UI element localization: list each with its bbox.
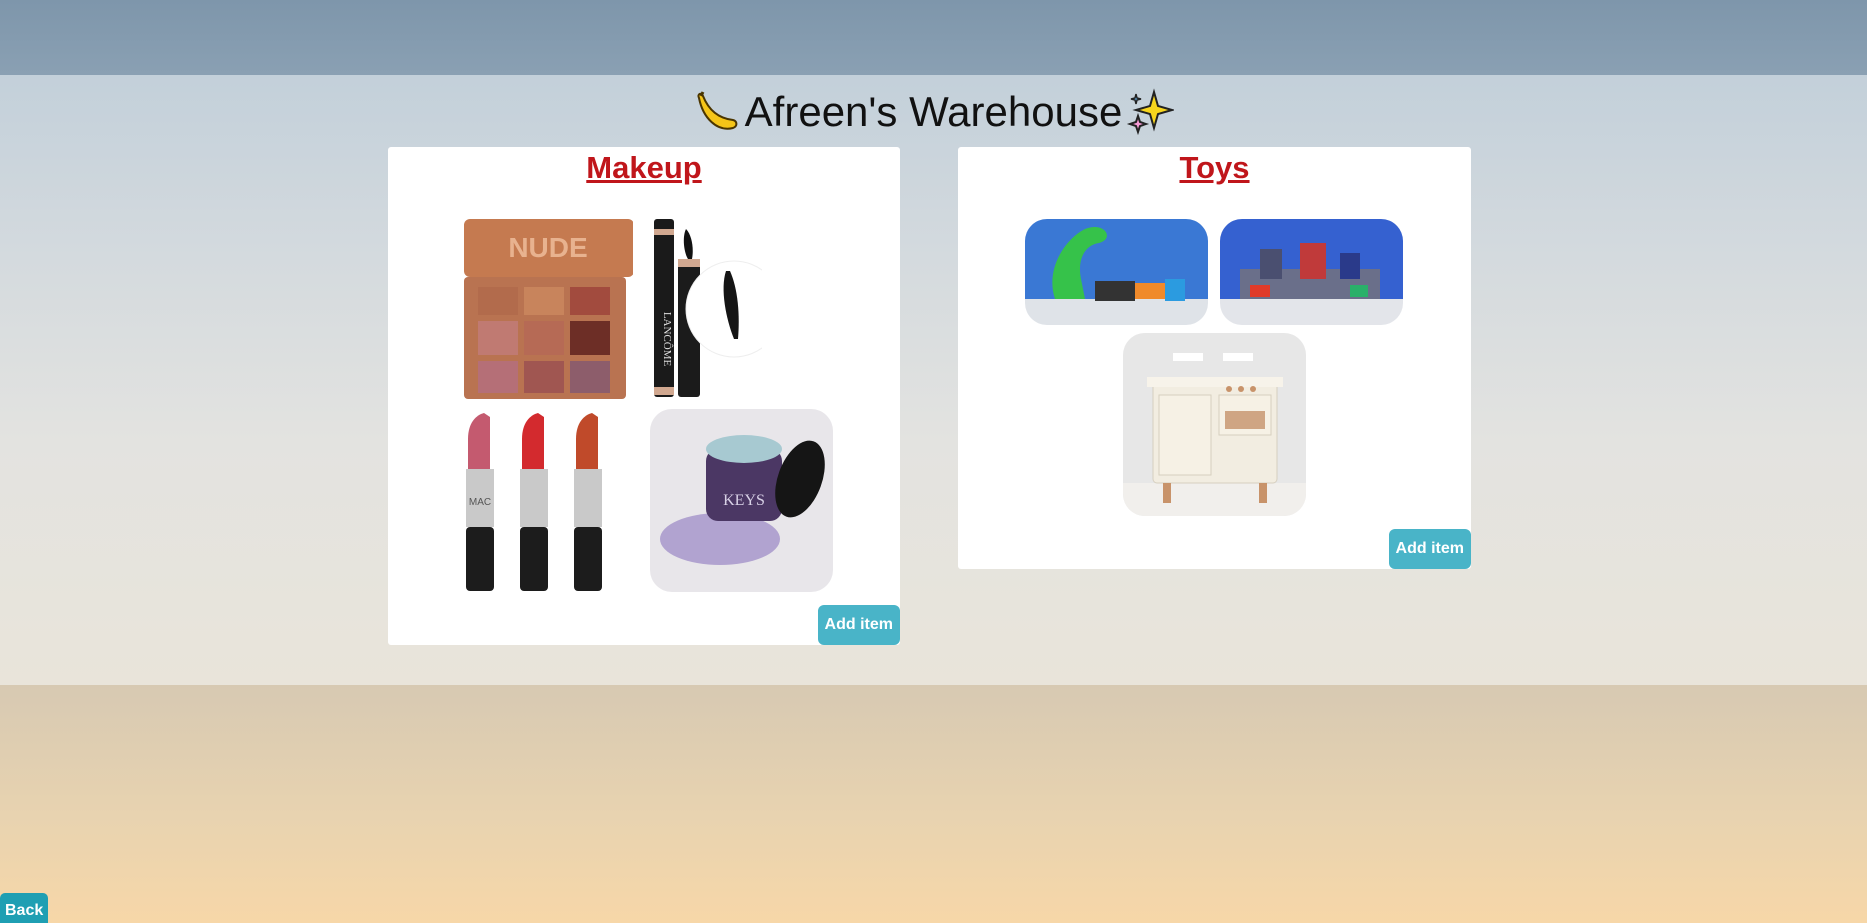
footer-band — [0, 685, 1867, 923]
category-card-makeup: Makeup NUDE LANCÔME MAC KEYS Add item — [388, 147, 900, 645]
item-castle-playset[interactable] — [1220, 219, 1403, 325]
category-title-toys[interactable]: Toys — [958, 147, 1471, 189]
add-item-button-makeup[interactable]: Add item — [817, 605, 900, 645]
category-title-makeup[interactable]: Makeup — [388, 147, 900, 189]
mascara-label: LANCÔME — [661, 312, 673, 367]
item-play-kitchen[interactable] — [1123, 333, 1306, 516]
palette-label: NUDE — [508, 232, 587, 263]
item-mascara[interactable]: LANCÔME — [650, 219, 762, 399]
item-eyeshadow-palette[interactable]: NUDE — [458, 219, 633, 399]
sparkles-icon — [1126, 88, 1176, 136]
jar-label: KEYS — [723, 492, 765, 509]
item-snake-track-toy[interactable] — [1025, 219, 1208, 325]
content-band — [0, 75, 1867, 685]
back-button[interactable]: Back — [0, 893, 49, 923]
lipstick-label-1: MAC — [469, 497, 491, 508]
header-band — [0, 0, 1867, 75]
page-title: Afreen's Warehouse — [0, 88, 1867, 136]
category-card-toys: Toys Add item — [958, 147, 1471, 569]
item-lipsticks[interactable]: MAC — [458, 409, 620, 591]
banana-icon — [693, 88, 741, 136]
item-cream-jar[interactable]: KEYS — [650, 409, 833, 592]
add-item-button-toys[interactable]: Add item — [1388, 529, 1471, 569]
page-title-text: Afreen's Warehouse — [744, 88, 1123, 135]
